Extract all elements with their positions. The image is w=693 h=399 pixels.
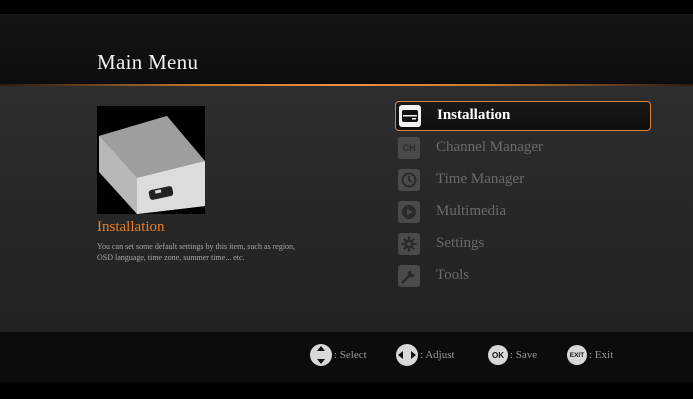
menu-item-label: Tools <box>436 267 470 283</box>
exit-button-icon: EXIT <box>567 345 587 365</box>
menu-item-label: Settings <box>436 235 485 251</box>
ok-button-icon: OK <box>488 345 508 365</box>
hint-adjust: : Adjust <box>396 344 455 366</box>
hint-label: : Save <box>510 349 538 361</box>
menu-item-time-manager[interactable]: Time Manager <box>395 165 651 197</box>
screen: Main Menu Installation You can set some … <box>0 0 693 399</box>
info-title: Installation <box>97 219 165 235</box>
left-right-arrows-icon <box>396 344 418 366</box>
main-menu-list: Installation CH Channel Manager Time Man… <box>395 101 651 293</box>
menu-item-label: Installation <box>437 107 511 123</box>
menu-item-label: Channel Manager <box>436 139 544 155</box>
hint-save: OK : Save <box>488 344 537 366</box>
clock-icon <box>398 169 420 191</box>
gear-icon <box>398 233 420 255</box>
menu-item-label: Multimedia <box>436 203 506 219</box>
channel-manager-icon: CH <box>398 137 420 159</box>
device-box-icon <box>97 106 205 214</box>
menu-item-multimedia[interactable]: Multimedia <box>395 197 651 229</box>
hint-select: : Select <box>310 344 367 366</box>
up-down-arrows-icon <box>310 344 332 366</box>
footer-hint-bar: : Select : Adjust OK : Save EXIT : Exit <box>0 332 693 382</box>
main-panel: Installation You can set some default se… <box>0 86 693 332</box>
menu-item-channel-manager[interactable]: CH Channel Manager <box>395 133 651 165</box>
menu-item-settings[interactable]: Settings <box>395 229 651 261</box>
page-title: Main Menu <box>97 50 199 74</box>
info-description: You can set some default settings by thi… <box>97 242 296 262</box>
hint-label: : Adjust <box>420 349 455 361</box>
menu-item-label: Time Manager <box>436 171 525 187</box>
menu-item-tools[interactable]: Tools <box>395 261 651 293</box>
hint-label: : Select <box>334 349 367 361</box>
hint-exit: EXIT : Exit <box>567 344 613 366</box>
header: Main Menu <box>0 14 693 84</box>
play-icon <box>398 201 420 223</box>
hint-label: : Exit <box>589 349 614 361</box>
menu-item-installation[interactable]: Installation <box>395 101 651 131</box>
wrench-icon <box>398 265 420 287</box>
installation-icon <box>399 105 421 127</box>
